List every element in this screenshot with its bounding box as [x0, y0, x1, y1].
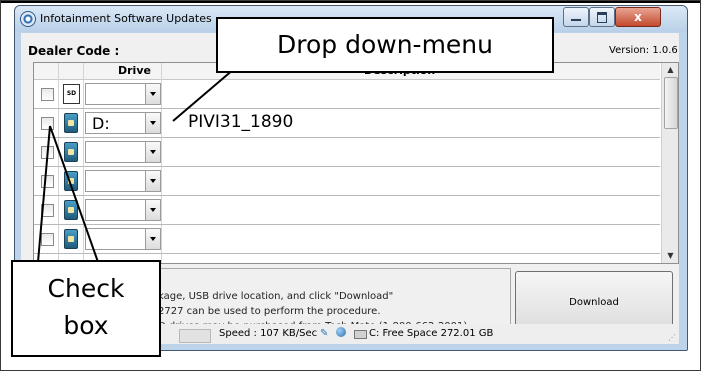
checkbox-callout: Check box — [11, 260, 161, 357]
checkbox-callout-line: box — [63, 311, 109, 340]
checkbox-pointer-line — [37, 125, 51, 263]
checkbox-callout-line: Check — [47, 274, 125, 303]
dropdown-pointer-line — [172, 68, 235, 122]
checkbox-pointer-line — [49, 125, 99, 263]
dropdown-callout: Drop down-menu — [216, 17, 554, 73]
